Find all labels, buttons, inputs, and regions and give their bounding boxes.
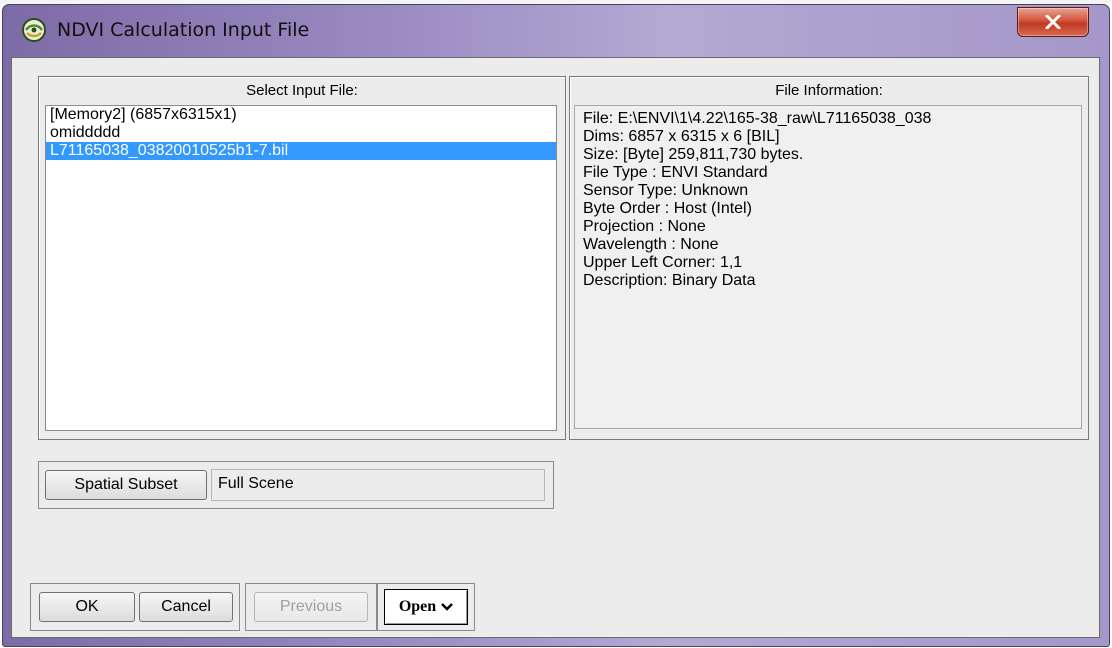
info-line: Byte Order : Host (Intel) <box>583 200 752 217</box>
file-info-panel-title: File Information: <box>775 82 883 99</box>
dialog-window: NDVI Calculation Input File Select Input… <box>2 4 1110 647</box>
ok-cancel-group: OK Cancel <box>30 583 240 631</box>
cancel-button[interactable]: Cancel <box>139 592 233 622</box>
close-button[interactable] <box>1017 7 1089 37</box>
dropdown-arrow-icon <box>441 603 454 611</box>
open-menu-button[interactable]: Open <box>384 589 468 625</box>
input-file-list[interactable]: [Memory2] (6857x6315x1) omiddddd L711650… <box>45 105 557 431</box>
info-line: Wavelength : None <box>583 236 719 253</box>
previous-button[interactable]: Previous <box>254 592 368 622</box>
open-group: Open <box>377 583 475 631</box>
open-menu-label: Open <box>398 598 437 615</box>
file-info-panel: File Information: File: E:\ENVI\1\4.22\1… <box>569 76 1089 440</box>
window-title: NDVI Calculation Input File <box>57 19 310 41</box>
info-line: Description: Binary Data <box>583 272 756 289</box>
info-line: File Type : ENVI Standard <box>583 164 768 181</box>
spatial-subset-group: Spatial Subset Full Scene <box>38 461 554 509</box>
ok-button[interactable]: OK <box>39 592 135 622</box>
info-line: Upper Left Corner: 1,1 <box>583 254 743 271</box>
input-file-panel-title: Select Input File: <box>246 82 358 99</box>
info-line: File: E:\ENVI\1\4.22\165-38_raw\L7116503… <box>583 110 932 127</box>
dialog-client-area: Select Input File: [Memory2] (6857x6315x… <box>11 57 1100 638</box>
spatial-subset-button[interactable]: Spatial Subset <box>45 470 207 500</box>
info-line: Projection : None <box>583 218 706 235</box>
previous-group: Previous <box>245 583 377 631</box>
close-icon <box>1045 15 1061 29</box>
spatial-subset-value: Full Scene <box>211 469 545 501</box>
list-item[interactable]: omiddddd <box>46 124 556 142</box>
list-item[interactable]: [Memory2] (6857x6315x1) <box>46 106 556 124</box>
info-line: Dims: 6857 x 6315 x 6 [BIL] <box>583 128 780 145</box>
title-bar[interactable]: NDVI Calculation Input File <box>3 5 1109 57</box>
info-line: Sensor Type: Unknown <box>583 182 749 199</box>
info-line: Size: [Byte] 259,811,730 bytes. <box>583 146 804 163</box>
input-file-panel: Select Input File: [Memory2] (6857x6315x… <box>38 76 566 440</box>
envi-globe-icon <box>22 18 46 42</box>
file-info-text: File: E:\ENVI\1\4.22\165-38_raw\L7116503… <box>574 105 1082 429</box>
list-item-selected[interactable]: L71165038_03820010525b1-7.bil <box>46 142 556 160</box>
